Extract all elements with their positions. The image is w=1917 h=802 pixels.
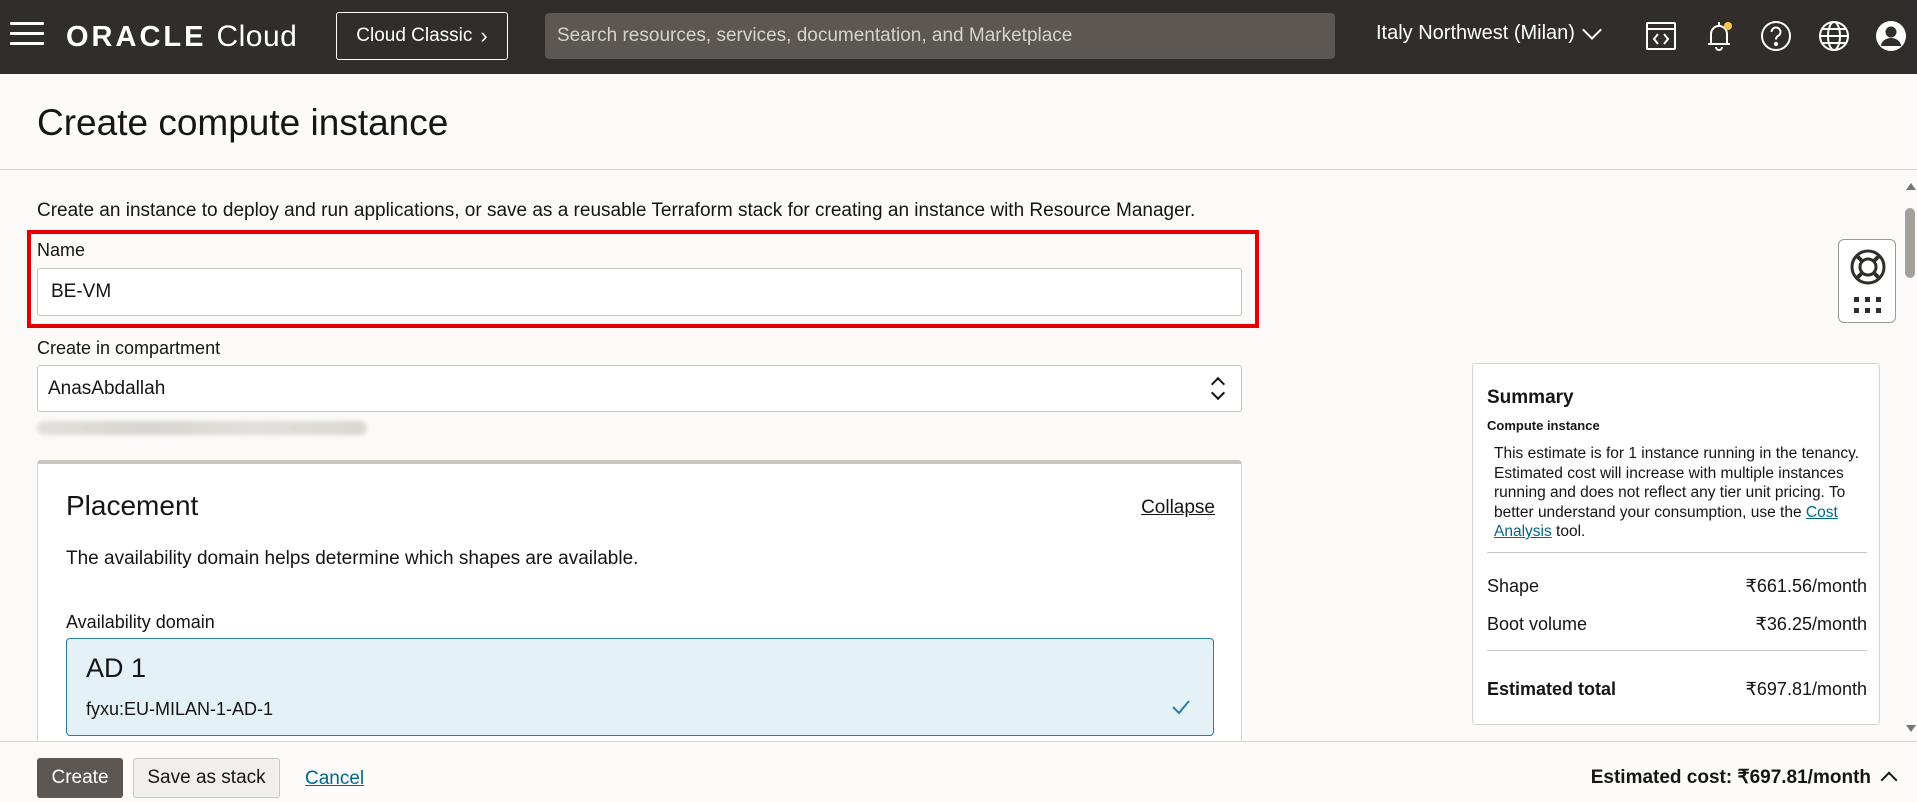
- apps-grid-icon: [1854, 297, 1881, 313]
- summary-subtitle: Compute instance: [1487, 418, 1600, 433]
- user-profile-icon[interactable]: [1873, 18, 1909, 54]
- cloud-classic-button[interactable]: Cloud Classic ›: [336, 12, 508, 60]
- code-editor-icon[interactable]: [1643, 18, 1679, 54]
- intro-text: Create an instance to deploy and run app…: [37, 200, 1196, 221]
- lifebuoy-icon: [1850, 249, 1886, 285]
- summary-row-label: Shape: [1487, 576, 1540, 596]
- chevron-up-icon[interactable]: [1880, 771, 1898, 789]
- summary-row-boot-volume: Boot volume ₹36.25/month: [1487, 614, 1867, 635]
- estimated-cost-toggle[interactable]: Estimated cost: ₹697.81/month: [1591, 766, 1871, 789]
- summary-text-after: tool.: [1551, 523, 1586, 540]
- summary-description: This estimate is for 1 instance running …: [1494, 444, 1864, 542]
- scroll-down-arrow-icon[interactable]: [1906, 725, 1916, 732]
- summary-divider: [1487, 552, 1867, 553]
- summary-row-shape: Shape ₹661.56/month: [1487, 576, 1867, 597]
- compartment-path-redacted: [37, 421, 367, 435]
- cloud-classic-label: Cloud Classic: [356, 25, 473, 46]
- placement-description: The availability domain helps determine …: [66, 548, 639, 569]
- logo-brand: ORACLE: [66, 21, 207, 53]
- search-placeholder: Search resources, services, documentatio…: [557, 25, 1073, 46]
- compartment-select-value: AnasAbdallah: [48, 377, 166, 399]
- summary-total-value: ₹697.81/month: [1745, 679, 1867, 699]
- hamburger-menu-icon[interactable]: [10, 22, 44, 50]
- collapse-link[interactable]: Collapse: [1141, 497, 1215, 519]
- scrollbar-thumb[interactable]: [1905, 208, 1915, 278]
- summary-row-value: ₹36.25/month: [1755, 614, 1867, 634]
- compartment-select[interactable]: AnasAbdallah: [37, 365, 1242, 412]
- summary-text-before: This estimate is for 1 instance running …: [1494, 445, 1860, 521]
- placement-title: Placement: [66, 490, 199, 521]
- summary-row-label: Boot volume: [1487, 614, 1588, 634]
- region-label: Italy Northwest (Milan): [1376, 22, 1575, 44]
- top-navigation-bar: ORACLE Cloud Cloud Classic › Search reso…: [0, 0, 1917, 74]
- ad-identifier: fyxu:EU-MILAN-1-AD-1: [86, 699, 274, 719]
- help-icon[interactable]: [1758, 18, 1794, 54]
- bell-icon[interactable]: [1701, 18, 1737, 54]
- cancel-link[interactable]: Cancel: [305, 768, 364, 790]
- summary-row-total: Estimated total ₹697.81/month: [1487, 679, 1867, 700]
- summary-total-label: Estimated total: [1487, 679, 1617, 699]
- name-input[interactable]: BE-VM: [37, 268, 1242, 316]
- summary-row-value: ₹661.56/month: [1745, 576, 1867, 596]
- create-button[interactable]: Create: [37, 758, 123, 798]
- availability-domain-label: Availability domain: [66, 612, 215, 632]
- chevron-right-icon: ›: [480, 23, 488, 48]
- scroll-up-arrow-icon[interactable]: [1906, 183, 1916, 190]
- region-selector[interactable]: Italy Northwest (Milan): [1376, 19, 1602, 45]
- action-footer: Create Save as stack Cancel Estimated co…: [0, 741, 1917, 802]
- availability-domain-card-ad1[interactable]: AD 1 fyxu:EU-MILAN-1-AD-1: [66, 638, 1214, 736]
- checkmark-icon: [1172, 700, 1190, 715]
- summary-divider: [1487, 650, 1867, 651]
- search-input[interactable]: Search resources, services, documentatio…: [545, 13, 1335, 59]
- summary-panel: Summary Compute instance This estimate i…: [1472, 363, 1880, 725]
- page-scrollbar[interactable]: [1903, 175, 1917, 740]
- oracle-cloud-logo[interactable]: ORACLE Cloud: [66, 20, 297, 54]
- placement-section: Placement Collapse The availability doma…: [37, 460, 1242, 760]
- ad-name: AD 1: [86, 653, 147, 683]
- name-label: Name: [37, 240, 86, 260]
- logo-product: Cloud: [216, 20, 298, 53]
- chevron-down-icon: [1582, 19, 1602, 40]
- help-widget[interactable]: [1838, 239, 1896, 323]
- select-arrows-icon: [1211, 376, 1225, 402]
- name-input-value: BE-VM: [51, 281, 112, 302]
- compartment-label: Create in compartment: [37, 338, 221, 358]
- save-as-stack-button[interactable]: Save as stack: [133, 758, 280, 798]
- summary-title: Summary: [1487, 387, 1574, 408]
- globe-icon[interactable]: [1816, 18, 1852, 54]
- page-header: Create compute instance: [0, 74, 1917, 170]
- page-title: Create compute instance: [37, 102, 449, 143]
